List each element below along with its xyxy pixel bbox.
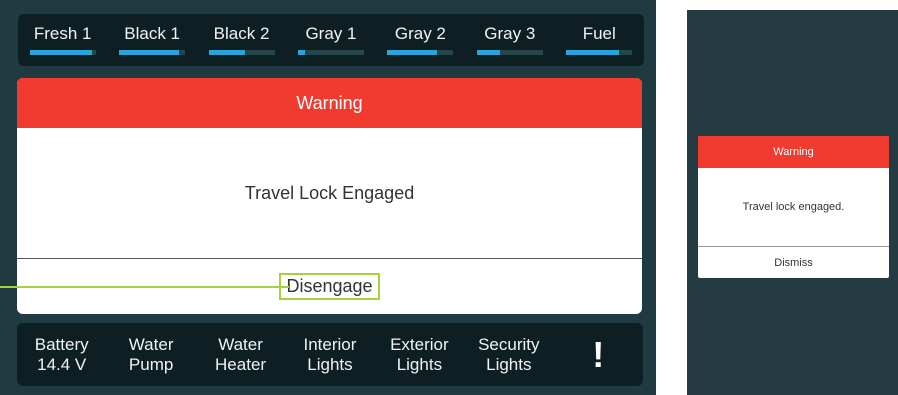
control-label: Lights [396,354,443,374]
control-label: Battery [34,334,89,354]
tank-level-fill [297,50,305,55]
tank-gray-3[interactable]: Gray 3 [474,14,546,55]
tank-level-track [387,50,454,55]
mini-dialog-title: Warning [698,136,889,168]
tank-level-track [566,50,633,55]
tank-level-fill [29,50,93,55]
dismiss-button[interactable]: Dismiss [698,247,889,278]
tank-level-bar: Fresh 1 Black 1 Black 2 Gray 1 Gray 2 Gr… [18,14,644,66]
control-label: Interior [303,334,357,354]
control-label: Heater [215,354,267,374]
tank-label: Black 2 [213,24,270,43]
control-water-heater[interactable]: Water Heater [202,335,280,375]
tank-gray-2[interactable]: Gray 2 [384,14,456,55]
tank-label: Gray 2 [394,24,446,43]
dialog-message: Travel Lock Engaged [17,128,642,259]
mini-warning-dialog: Warning Travel lock engaged. Dismiss [698,136,889,278]
disengage-button[interactable]: Disengage [279,273,380,300]
control-bar: Battery 14.4 V Water Pump Water Heater I… [17,323,643,386]
tank-level-track [29,50,96,55]
control-label: Exterior [390,334,449,354]
tank-label: Fuel [582,24,616,43]
tank-label: Gray 3 [484,24,536,43]
tank-fresh-1[interactable]: Fresh 1 [27,14,99,55]
tank-level-fill [119,50,179,55]
control-water-pump[interactable]: Water Pump [112,335,190,375]
callout-line [0,286,289,288]
dialog-title: Warning [17,78,642,128]
tank-label: Black 1 [124,24,180,43]
tank-gray-1[interactable]: Gray 1 [295,14,367,55]
exclamation-icon: ! [592,333,605,375]
tank-black-1[interactable]: Black 1 [116,14,188,55]
tank-label: Fresh 1 [33,24,92,43]
tank-level-fill [208,50,245,55]
control-label: Water [128,334,174,354]
tank-level-track [208,50,275,55]
control-label: Lights [486,354,532,374]
tank-level-track [297,50,364,55]
mini-dialog-message: Travel lock engaged. [698,168,889,247]
control-label: Water [218,334,263,354]
tank-level-fill [476,50,500,55]
control-interior-lights[interactable]: Interior Lights [291,335,369,375]
tank-level-fill [566,50,620,55]
right-screen: Warning Travel lock engaged. Dismiss [687,10,898,395]
control-exterior-lights[interactable]: Exterior Lights [380,335,458,375]
tank-level-fill [387,50,437,55]
tank-black-2[interactable]: Black 2 [206,14,278,55]
tank-level-track [119,50,186,55]
control-label: Security [478,334,540,354]
tank-level-track [476,50,543,55]
left-screen: Fresh 1 Black 1 Black 2 Gray 1 Gray 2 Gr… [0,0,656,395]
control-label: Pump [128,354,174,374]
warning-dialog: Warning Travel Lock Engaged Disengage [17,78,642,314]
control-value: 14.4 V [37,354,87,374]
control-label: Lights [307,354,353,374]
alert-button[interactable]: ! [559,333,637,375]
tank-label: Gray 1 [305,24,357,43]
control-security-lights[interactable]: Security Lights [470,335,548,375]
control-battery[interactable]: Battery 14.4 V [23,335,101,375]
tank-fuel[interactable]: Fuel [563,14,635,55]
